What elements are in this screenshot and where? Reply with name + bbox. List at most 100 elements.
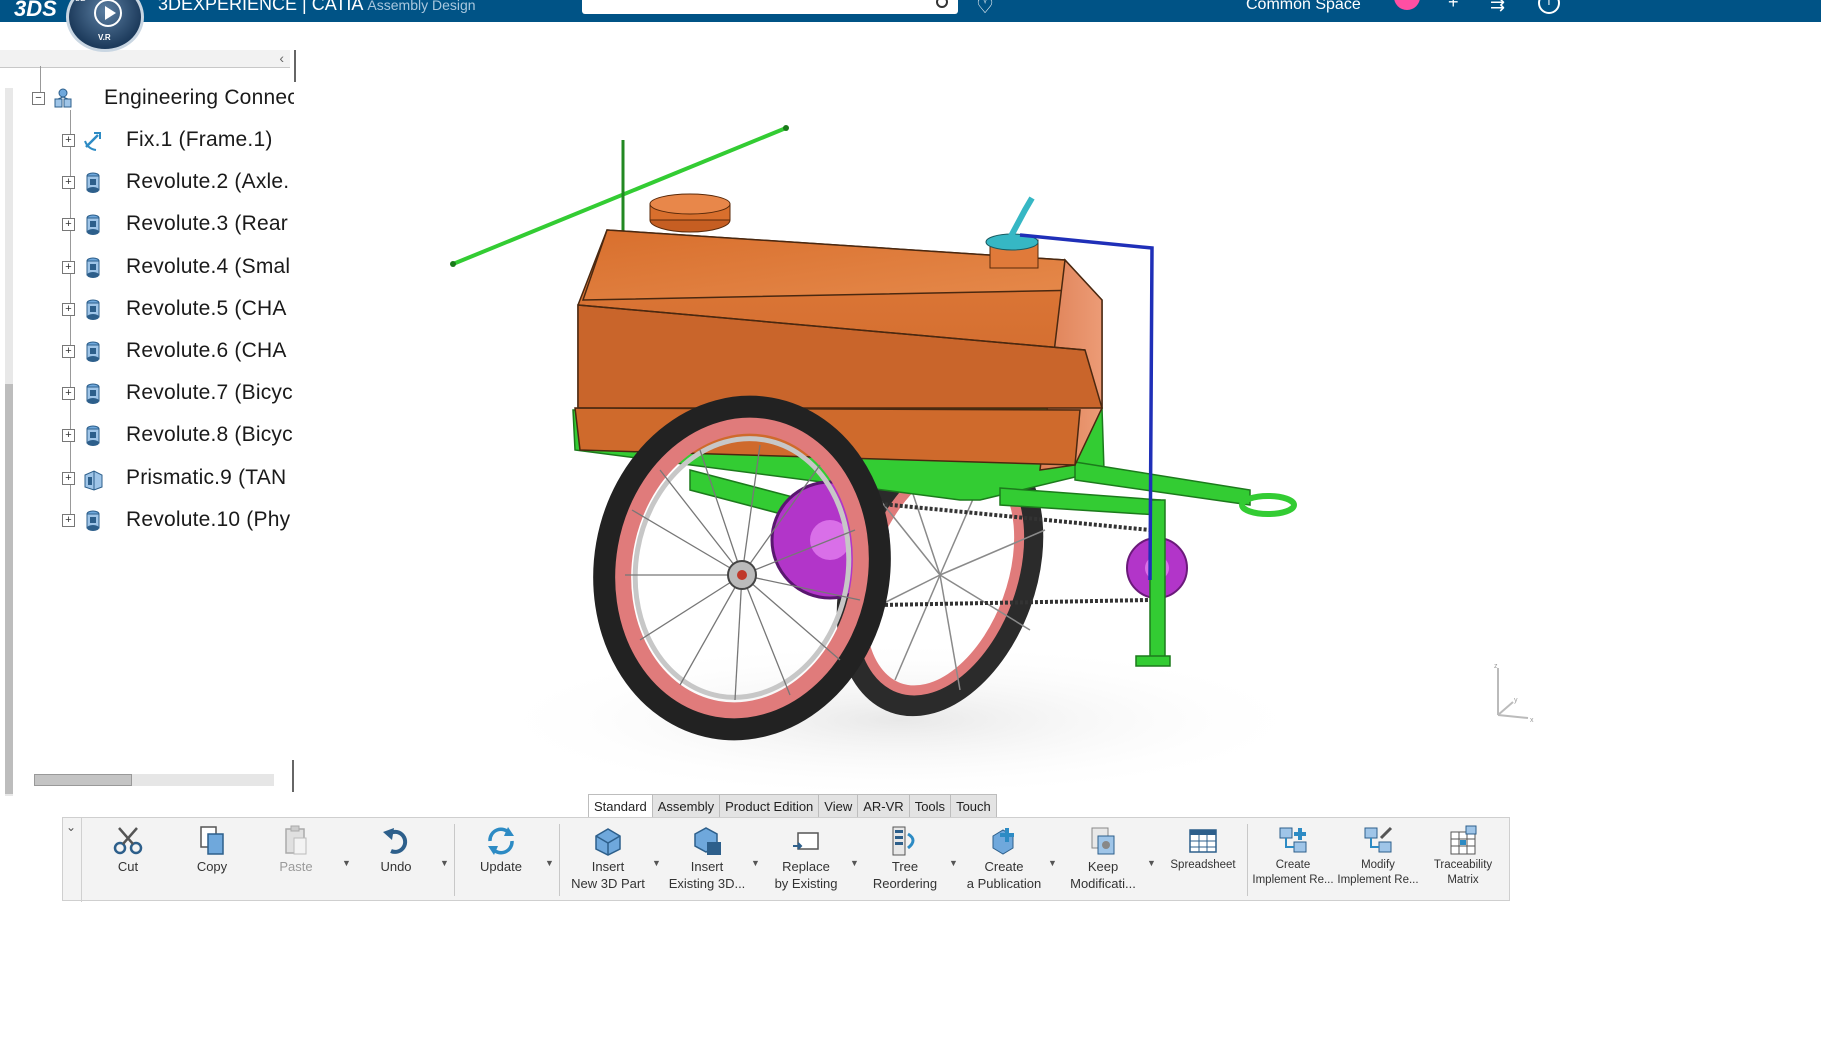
tree-reordering-button[interactable]: Tree Reordering bbox=[857, 824, 953, 892]
traceability-label-2: Matrix bbox=[1447, 874, 1479, 886]
tree-horizontal-scrollbar[interactable] bbox=[34, 774, 274, 786]
scrollbar-thumb[interactable] bbox=[5, 384, 13, 794]
share-icon[interactable]: ⇶ bbox=[1490, 0, 1505, 13]
tree-node-item[interactable]: + Revolute.2 (Axle. bbox=[62, 166, 294, 200]
new-part-icon bbox=[595, 828, 621, 856]
tree-node-item[interactable]: + Revolute.8 (Bicyc bbox=[62, 419, 294, 453]
tree-header: ‹ bbox=[0, 50, 290, 68]
copy-icon bbox=[200, 826, 224, 855]
scrollbar-thumb[interactable] bbox=[34, 774, 132, 786]
tab-standard[interactable]: Standard bbox=[588, 794, 652, 818]
collapse-panel-icon[interactable]: ‹ bbox=[279, 50, 284, 66]
update-icon bbox=[488, 827, 514, 855]
search-icon[interactable] bbox=[936, 0, 948, 8]
compass-play-icon[interactable] bbox=[94, 0, 122, 27]
tree-reorder-icon bbox=[892, 826, 915, 856]
tree-node-item[interactable]: + Fix.1 (Frame.1) bbox=[62, 124, 294, 158]
keep-modification-icon bbox=[1091, 827, 1115, 855]
insert-existing-3d-button[interactable]: Insert Existing 3D... bbox=[659, 824, 755, 892]
tab-product-edition[interactable]: Product Edition bbox=[719, 794, 819, 818]
collaborative-space-selector[interactable]: Common Space ˇ bbox=[1246, 0, 1371, 14]
traceability-matrix-button[interactable]: Traceability Matrix bbox=[1415, 824, 1511, 888]
search-input[interactable] bbox=[582, 0, 958, 14]
tree-node-item[interactable]: + Revolute.3 (Rear bbox=[62, 208, 294, 242]
help-icon[interactable]: i bbox=[1538, 0, 1560, 14]
keep-mod-label-1: Keep bbox=[1087, 859, 1119, 874]
traceability-matrix-icon bbox=[1450, 825, 1477, 855]
spreadsheet-icon bbox=[1189, 829, 1217, 853]
space-label: Common Space bbox=[1246, 0, 1361, 13]
create-pub-label-1: Create bbox=[984, 859, 1024, 874]
undo-label: Undo bbox=[380, 859, 412, 874]
app-subtitle: Assembly Design bbox=[367, 0, 476, 13]
expand-icon[interactable]: + bbox=[62, 260, 75, 274]
cart-sprayer-model[interactable] bbox=[300, 22, 1821, 792]
fix-constraint-icon bbox=[84, 132, 101, 151]
top-bar: 3DS 3DEXPERIENCE | CATIA Assembly Design… bbox=[0, 0, 1821, 22]
modify-implement-relation-button[interactable]: Modify Implement Re... bbox=[1330, 824, 1426, 888]
copy-label: Copy bbox=[196, 859, 228, 874]
expand-icon[interactable]: + bbox=[62, 302, 75, 316]
tab-touch[interactable]: Touch bbox=[950, 794, 997, 818]
tab-tools[interactable]: Tools bbox=[908, 794, 951, 818]
expand-icon[interactable]: + bbox=[62, 387, 75, 401]
expand-icon[interactable]: + bbox=[62, 176, 75, 190]
update-button[interactable]: Update bbox=[453, 824, 549, 875]
tree-node-item[interactable]: + Prismatic.9 (TAN bbox=[62, 462, 294, 496]
compass-3d-label: 3D bbox=[75, 0, 87, 3]
tree-vertical-scrollbar[interactable] bbox=[5, 88, 13, 796]
tree-node-item[interactable]: + Revolute.4 (Smal bbox=[62, 251, 294, 285]
create-publication-button[interactable]: Create a Publication bbox=[956, 824, 1052, 892]
create-impl-label-1: Create bbox=[1275, 859, 1311, 871]
panel-splitter[interactable] bbox=[292, 760, 294, 792]
revolute-joint-icon bbox=[86, 257, 100, 278]
expand-icon[interactable]: + bbox=[62, 134, 75, 147]
avatar[interactable] bbox=[1394, 0, 1420, 10]
tab-ar-vr[interactable]: AR-VR bbox=[857, 794, 909, 818]
app-title-text: 3DEXPERIENCE | CATIA bbox=[158, 0, 363, 14]
tab-view[interactable]: View bbox=[818, 794, 858, 818]
undo-dropdown-icon[interactable]: ▼ bbox=[440, 858, 449, 868]
expand-icon[interactable]: + bbox=[62, 345, 75, 358]
app-title: 3DEXPERIENCE | CATIA Assembly Design bbox=[158, 0, 476, 15]
brand-logo[interactable]: 3DS bbox=[14, 0, 57, 22]
tree-node-item[interactable]: + Revolute.10 (Phy bbox=[62, 504, 294, 538]
create-implement-relation-button[interactable]: Create Implement Re... bbox=[1245, 824, 1341, 888]
tree-node-item[interactable]: + Revolute.7 (Bicyc bbox=[62, 377, 294, 411]
spreadsheet-button[interactable]: Spreadsheet bbox=[1155, 824, 1251, 873]
tab-assembly[interactable]: Assembly bbox=[651, 794, 720, 818]
copy-button[interactable]: Copy bbox=[164, 824, 260, 875]
collapse-icon[interactable]: − bbox=[32, 92, 45, 105]
action-bar: ⌄ Cut Copy Paste ▼ Undo ▼ Update ▼ Inser… bbox=[62, 817, 1511, 902]
create-pub-label-2: a Publication bbox=[966, 876, 1042, 891]
panel-splitter[interactable] bbox=[294, 50, 296, 82]
insert-new-3d-part-button[interactable]: Insert New 3D Part bbox=[560, 824, 656, 892]
expand-icon[interactable]: + bbox=[62, 513, 75, 527]
replace-label-2: by Existing bbox=[774, 876, 838, 891]
modify-impl-label-1: Modify bbox=[1361, 859, 1395, 871]
paste-button[interactable]: Paste bbox=[248, 824, 344, 875]
keep-modifications-button[interactable]: Keep Modificati... bbox=[1055, 824, 1151, 892]
add-icon[interactable]: + bbox=[1448, 0, 1459, 13]
tree-node-label: Revolute.5 (CHA bbox=[126, 296, 287, 320]
publication-icon bbox=[992, 828, 1014, 855]
3d-viewport[interactable]: z x y bbox=[300, 22, 1821, 792]
chevron-down-icon[interactable]: ⌄ bbox=[66, 820, 80, 834]
update-dropdown-icon[interactable]: ▼ bbox=[545, 858, 554, 868]
tree-node-item[interactable]: + Revolute.5 (CHA bbox=[62, 293, 294, 327]
tree-node-label: Fix.1 (Frame.1) bbox=[126, 128, 273, 151]
bookmark-icon[interactable]: ♡ bbox=[976, 0, 996, 18]
create-impl-label-2: Implement Re... bbox=[1252, 874, 1334, 886]
expand-icon[interactable]: + bbox=[62, 429, 75, 443]
undo-button[interactable]: Undo bbox=[348, 824, 444, 875]
expand-icon[interactable]: + bbox=[62, 218, 75, 232]
tree-node-item[interactable]: + Revolute.6 (CHA bbox=[62, 335, 294, 369]
revolute-joint-icon bbox=[86, 172, 100, 194]
cut-button[interactable]: Cut bbox=[80, 824, 176, 875]
compass-widget[interactable]: 3D i³ V.R bbox=[66, 0, 144, 52]
replace-by-existing-button[interactable]: Replace by Existing bbox=[758, 824, 854, 892]
tree-node-engineering-connections[interactable]: − Engineering Connec bbox=[32, 82, 294, 116]
compass-axis-triad[interactable]: z x y bbox=[1468, 660, 1538, 730]
tree-node-label: Revolute.3 (Rear bbox=[126, 212, 288, 236]
expand-icon[interactable]: + bbox=[62, 471, 75, 485]
